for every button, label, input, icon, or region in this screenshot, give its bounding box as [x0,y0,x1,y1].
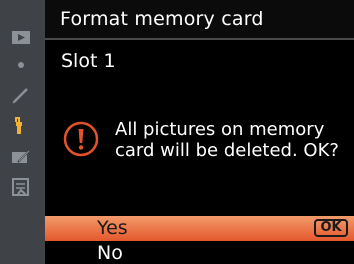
playback-menu-icon[interactable] [10,26,32,48]
page-title: Format memory card [60,8,264,30]
setup-menu-icon[interactable] [10,114,32,136]
no-option[interactable]: No [45,242,354,264]
confirmation-message: All pictures on memory card will be dele… [115,119,345,161]
custom-settings-icon[interactable] [10,84,32,106]
shooting-menu-icon[interactable] [10,54,32,76]
yes-option-label: Yes [97,217,128,239]
menu-sidebar [0,0,45,264]
yes-option[interactable]: Yes OK [45,216,354,241]
title-bar: Format memory card [45,0,354,40]
message-line-2: card will be deleted. OK? [115,140,339,161]
alert-icon [63,121,99,157]
retouch-menu-icon[interactable] [10,146,32,168]
no-option-label: No [97,242,123,264]
camera-menu-screen: Format memory card Slot 1 All pictures o… [0,0,354,264]
message-line-1: All pictures on memory [115,119,325,140]
ok-button-badge: OK [314,219,348,237]
slot-label: Slot 1 [61,50,116,72]
my-menu-icon[interactable] [10,176,32,198]
